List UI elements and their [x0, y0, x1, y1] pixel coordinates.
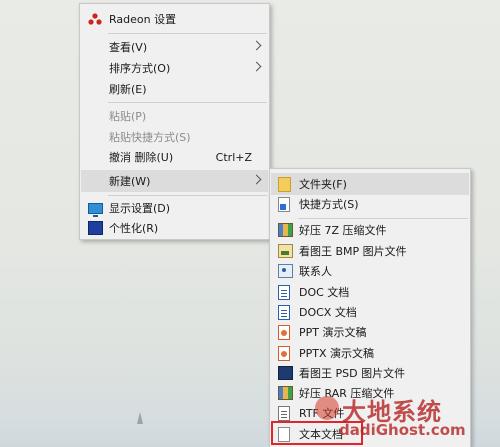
menu-item-paste-shortcut[interactable]: 粘贴快捷方式(S) [81, 126, 268, 148]
display-settings-icon [88, 202, 103, 217]
rtf-icon [278, 405, 290, 421]
menu-item-paste[interactable]: 粘贴(P) [81, 105, 268, 127]
ppt-icon [278, 324, 290, 340]
menu-separator [108, 195, 267, 196]
submenu-item-shortcut[interactable]: 快捷方式(S) [271, 193, 469, 215]
menu-separator [108, 33, 267, 34]
doc-icon [278, 284, 290, 300]
menu-item-label: 排序方式(O) [109, 62, 171, 75]
ppt-icon [278, 345, 290, 361]
submenu-item-contact[interactable]: 联系人 [271, 260, 469, 282]
archive-icon [278, 223, 293, 237]
menu-item-new[interactable]: 新建(W) [81, 170, 268, 192]
menu-item-label: 粘贴快捷方式(S) [109, 131, 191, 144]
desktop-context-menu: Radeon 设置 查看(V) 排序方式(O) 刷新(E) 粘贴(P) 粘贴快捷… [79, 3, 270, 240]
menu-separator [108, 102, 267, 103]
chevron-right-icon [251, 61, 262, 72]
menu-item-label: 撤消 删除(U) [109, 151, 174, 164]
menu-item-label: 看图王 PSD 图片文件 [299, 367, 406, 380]
menu-item-radeon-settings[interactable]: Radeon 设置 [81, 8, 268, 30]
menu-item-label: PPTX 演示文稿 [299, 347, 375, 360]
chevron-right-icon [251, 174, 262, 185]
menu-item-label: PPT 演示文稿 [299, 326, 367, 339]
menu-item-shortcut: Ctrl+Z [215, 150, 252, 164]
image-icon [278, 244, 293, 258]
submenu-item-psd-image[interactable]: 看图王 PSD 图片文件 [271, 362, 469, 384]
menu-item-display-settings[interactable]: 显示设置(D) [81, 197, 268, 219]
menu-item-label: DOC 文档 [299, 286, 350, 299]
menu-item-label: 粘贴(P) [109, 110, 147, 123]
doc-icon [278, 304, 290, 320]
psd-icon [278, 366, 293, 380]
submenu-item-folder[interactable]: 文件夹(F) [271, 173, 469, 195]
menu-item-refresh[interactable]: 刷新(E) [81, 78, 268, 100]
menu-item-personalize[interactable]: 个性化(R) [81, 217, 268, 239]
submenu-item-docx[interactable]: DOCX 文档 [271, 301, 469, 323]
menu-item-view[interactable]: 查看(V) [81, 36, 268, 58]
folder-icon [278, 176, 291, 192]
menu-item-label: 显示设置(D) [109, 202, 171, 215]
menu-item-label: 看图王 BMP 图片文件 [299, 245, 407, 258]
contact-icon [278, 264, 293, 278]
menu-item-label: DOCX 文档 [299, 306, 357, 319]
menu-item-label: 刷新(E) [109, 83, 147, 96]
menu-item-label: 新建(W) [109, 175, 151, 188]
menu-item-label: 联系人 [299, 265, 332, 278]
watermark-logo-icon [315, 396, 339, 420]
personalize-icon [88, 221, 103, 235]
chevron-right-icon [251, 40, 262, 51]
menu-item-label: 个性化(R) [109, 222, 159, 235]
menu-item-label: 文件夹(F) [299, 178, 347, 191]
submenu-item-doc[interactable]: DOC 文档 [271, 281, 469, 303]
submenu-item-ppt[interactable]: PPT 演示文稿 [271, 321, 469, 343]
watermark-url: dadiGhost.com [339, 421, 466, 439]
submenu-item-bmp-image[interactable]: 看图王 BMP 图片文件 [271, 240, 469, 262]
radeon-icon [88, 13, 102, 25]
submenu-item-pptx[interactable]: PPTX 演示文稿 [271, 342, 469, 364]
archive-icon [278, 386, 293, 400]
sailboat-image [137, 412, 143, 424]
menu-item-label: Radeon 设置 [109, 13, 177, 26]
shortcut-icon [278, 196, 290, 212]
menu-item-sort-by[interactable]: 排序方式(O) [81, 57, 268, 79]
menu-item-label: 快捷方式(S) [299, 198, 359, 211]
submenu-item-7z-archive[interactable]: 好压 7Z 压缩文件 [271, 219, 469, 241]
watermark: 大地系统 dadiGhost.com [315, 394, 500, 447]
menu-item-undo-delete[interactable]: 撤消 删除(U) Ctrl+Z [81, 146, 268, 168]
menu-item-label: 好压 7Z 压缩文件 [299, 224, 387, 237]
menu-item-label: 查看(V) [109, 41, 148, 54]
